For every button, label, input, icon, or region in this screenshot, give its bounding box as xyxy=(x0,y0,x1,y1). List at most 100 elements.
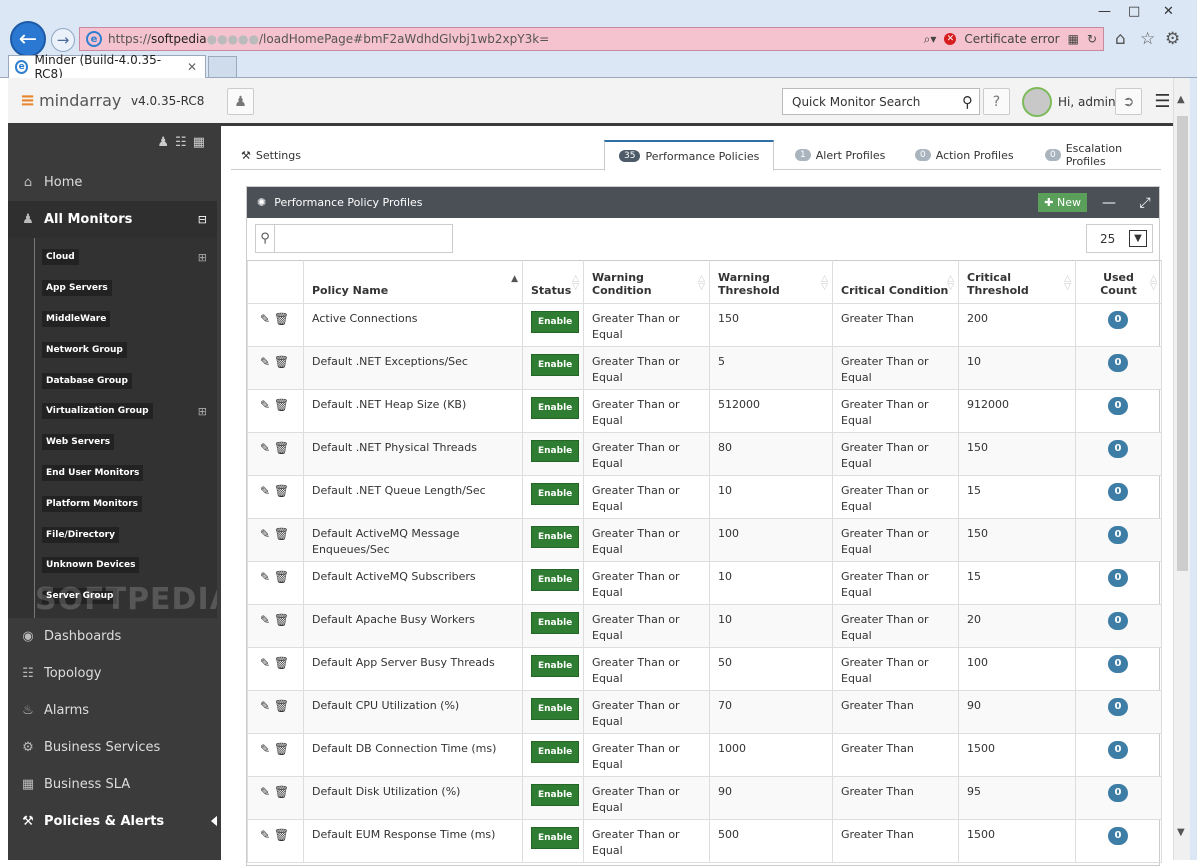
scroll-down-icon[interactable]: ▼ xyxy=(1177,827,1185,838)
edit-pencil-icon[interactable]: ✎ xyxy=(260,527,270,541)
hierarchy-icon[interactable]: ☷ xyxy=(175,135,187,150)
used-count-badge[interactable]: 0 xyxy=(1108,311,1128,329)
edit-pencil-icon[interactable]: ✎ xyxy=(260,355,270,369)
search-icon[interactable]: ⚲ xyxy=(962,93,973,111)
sidebar-item-business-services[interactable]: ⚙ Business Services xyxy=(8,729,217,766)
collapse-icon[interactable]: ⊟ xyxy=(198,213,207,226)
sidebar-item-dashboards[interactable]: ◉ Dashboards xyxy=(8,618,217,655)
edit-pencil-icon[interactable]: ✎ xyxy=(260,656,270,670)
sidebar-item-policies-alerts[interactable]: ⚒ Policies & Alerts xyxy=(8,803,218,840)
group-virtualization[interactable]: Virtualization Group ⊞ xyxy=(8,396,217,427)
favorites-icon[interactable]: ☆ xyxy=(1140,29,1155,49)
edit-pencil-icon[interactable]: ✎ xyxy=(260,785,270,799)
group-platform-monitors[interactable]: Platform Monitors xyxy=(8,488,217,519)
page-size-select[interactable]: 25 ▼ xyxy=(1086,224,1153,253)
menu-button[interactable]: ☰ xyxy=(1149,88,1176,115)
status-badge[interactable]: Enable xyxy=(531,827,580,849)
sidebar-item-home[interactable]: ⌂ Home xyxy=(8,164,217,201)
status-badge[interactable]: Enable xyxy=(531,354,580,376)
tab-performance-policies[interactable]: 35 Performance Policies xyxy=(604,140,775,171)
header-critical-condition[interactable]: Critical Condition △ ▽ xyxy=(832,260,959,304)
status-badge[interactable]: Enable xyxy=(531,569,580,591)
edit-pencil-icon[interactable]: ✎ xyxy=(260,398,270,412)
forward-button[interactable]: → xyxy=(51,28,75,52)
status-badge[interactable]: Enable xyxy=(531,397,580,419)
status-badge[interactable]: Enable xyxy=(531,741,580,763)
table-search-input[interactable] xyxy=(275,225,452,252)
header-used-count[interactable]: Used Count △ ▽ xyxy=(1075,260,1162,304)
header-policy-name[interactable]: Policy Name ▲ xyxy=(303,260,523,304)
expand-icon[interactable]: ⊞ xyxy=(198,251,207,264)
expand-icon[interactable]: ⊞ xyxy=(198,405,207,418)
delete-trash-icon[interactable]: 🗑 xyxy=(274,613,289,627)
status-badge[interactable]: Enable xyxy=(531,483,580,505)
minimize-panel-icon[interactable]: — xyxy=(1095,195,1123,211)
delete-trash-icon[interactable]: 🗑 xyxy=(274,785,289,799)
used-count-badge[interactable]: 0 xyxy=(1108,741,1128,759)
delete-trash-icon[interactable]: 🗑 xyxy=(274,656,289,670)
sidebar-item-alarms[interactable]: ♨ Alarms xyxy=(8,692,217,729)
status-badge[interactable]: Enable xyxy=(531,526,580,548)
used-count-badge[interactable]: 0 xyxy=(1108,827,1128,845)
minimize-icon[interactable]: — xyxy=(1098,4,1111,19)
status-badge[interactable]: Enable xyxy=(531,784,580,806)
status-badge[interactable]: Enable xyxy=(531,612,580,634)
address-bar[interactable]: e https://softpedia●●●●●/loadHomePage#bm… xyxy=(79,27,1104,51)
delete-trash-icon[interactable]: 🗑 xyxy=(274,742,289,756)
sidebar-item-topology[interactable]: ☷ Topology xyxy=(8,655,217,692)
group-network[interactable]: Network Group xyxy=(8,334,217,365)
edit-pencil-icon[interactable]: ✎ xyxy=(260,484,270,498)
used-count-badge[interactable]: 0 xyxy=(1108,526,1128,544)
delete-trash-icon[interactable]: 🗑 xyxy=(274,828,289,842)
chevron-down-icon[interactable]: ▼ xyxy=(1129,230,1147,247)
new-tab-button[interactable] xyxy=(208,56,237,77)
building-icon[interactable]: ▦ xyxy=(193,135,205,150)
used-count-badge[interactable]: 0 xyxy=(1108,397,1128,415)
close-tab-icon[interactable]: ✕ xyxy=(187,60,197,74)
browser-tab[interactable]: e Minder (Build-4.0.35-RC8) ✕ xyxy=(8,53,206,81)
group-middleware[interactable]: MiddleWare xyxy=(8,304,217,335)
users-icon[interactable]: ♟ xyxy=(157,135,169,150)
used-count-badge[interactable]: 0 xyxy=(1108,612,1128,630)
user-menu[interactable]: Hi, admin xyxy=(1022,87,1116,117)
used-count-badge[interactable]: 0 xyxy=(1108,698,1128,716)
status-badge[interactable]: Enable xyxy=(531,440,580,462)
back-button[interactable]: ← xyxy=(10,21,46,57)
close-window-icon[interactable]: ✕ xyxy=(1163,4,1174,19)
group-database[interactable]: Database Group xyxy=(8,365,217,396)
used-count-badge[interactable]: 0 xyxy=(1108,784,1128,802)
status-badge[interactable]: Enable xyxy=(531,698,580,720)
user-profile-button[interactable]: ♟ xyxy=(227,88,254,115)
home-icon[interactable]: ⌂ xyxy=(1115,29,1126,49)
settings-gear-icon[interactable]: ⚙ xyxy=(1165,29,1180,49)
header-warning-condition[interactable]: Warning Condition △ ▽ xyxy=(583,260,710,304)
edit-pencil-icon[interactable]: ✎ xyxy=(260,742,270,756)
refresh-icon[interactable]: ↻ xyxy=(1087,32,1097,46)
delete-trash-icon[interactable]: 🗑 xyxy=(274,699,289,713)
used-count-badge[interactable]: 0 xyxy=(1108,483,1128,501)
used-count-badge[interactable]: 0 xyxy=(1108,655,1128,673)
group-cloud[interactable]: Cloud ⊞ xyxy=(8,242,217,273)
scroll-thumb[interactable] xyxy=(1177,116,1188,571)
edit-pencil-icon[interactable]: ✎ xyxy=(260,828,270,842)
group-file-directory[interactable]: File/Directory xyxy=(8,519,217,550)
edit-pencil-icon[interactable]: ✎ xyxy=(260,699,270,713)
group-unknown-devices[interactable]: Unknown Devices xyxy=(8,550,217,581)
delete-trash-icon[interactable]: 🗑 xyxy=(274,527,289,541)
edit-pencil-icon[interactable]: ✎ xyxy=(260,613,270,627)
new-button[interactable]: ✚ New xyxy=(1038,193,1087,212)
group-web-servers[interactable]: Web Servers xyxy=(8,427,217,458)
delete-trash-icon[interactable]: 🗑 xyxy=(274,484,289,498)
group-app-servers[interactable]: App Servers xyxy=(8,273,217,304)
tab-action-profiles[interactable]: 0 Action Profiles xyxy=(915,140,1014,170)
tab-settings[interactable]: ⚒ Settings xyxy=(241,140,301,170)
search-icon[interactable]: ⌕▾ xyxy=(924,32,937,47)
delete-trash-icon[interactable]: 🗑 xyxy=(274,312,289,326)
used-count-badge[interactable]: 0 xyxy=(1108,440,1128,458)
delete-trash-icon[interactable]: 🗑 xyxy=(274,398,289,412)
cert-error-label[interactable]: Certificate error xyxy=(964,32,1059,46)
status-badge[interactable]: Enable xyxy=(531,655,580,677)
logout-button[interactable]: ➲ xyxy=(1115,88,1142,115)
sidebar-item-business-sla[interactable]: ▦ Business SLA xyxy=(8,766,217,803)
help-button[interactable]: ? xyxy=(983,88,1010,115)
